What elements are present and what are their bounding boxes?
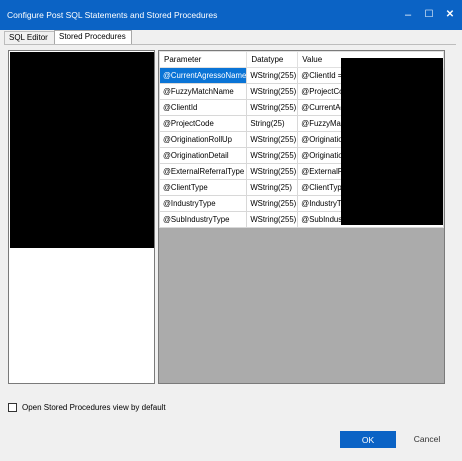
- parameter-cell[interactable]: @ProjectCode: [159, 115, 248, 132]
- parameter-cell[interactable]: @FuzzyMatchName: [159, 83, 248, 100]
- datatype-cell[interactable]: WString(25): [246, 179, 299, 196]
- tab-sql-editor[interactable]: SQL Editor: [4, 31, 57, 44]
- parameter-cell[interactable]: @ExternalReferralType: [159, 163, 248, 180]
- close-button[interactable]: ✕: [440, 6, 460, 24]
- parameter-cell[interactable]: @SubIndustryType: [159, 211, 248, 228]
- parameter-cell[interactable]: @CurrentAgressoName: [159, 67, 248, 84]
- minimize-button[interactable]: –: [398, 6, 418, 24]
- redacted-region: [341, 58, 443, 225]
- window-title: Configure Post SQL Statements and Stored…: [7, 10, 218, 20]
- column-header-datatype[interactable]: Datatype: [246, 51, 299, 68]
- tab-stored-procedures[interactable]: Stored Procedures: [54, 30, 132, 44]
- title-bar: Configure Post SQL Statements and Stored…: [0, 0, 462, 30]
- open-sp-default-checkbox[interactable]: [8, 403, 17, 412]
- parameter-cell[interactable]: @IndustryType: [159, 195, 248, 212]
- open-sp-default-label[interactable]: Open Stored Procedures view by default: [22, 403, 166, 412]
- datatype-cell[interactable]: String(25): [246, 115, 299, 132]
- parameter-cell[interactable]: @ClientType: [159, 179, 248, 196]
- datatype-cell[interactable]: WString(255): [246, 131, 299, 148]
- ok-button[interactable]: OK: [340, 431, 396, 448]
- parameter-cell[interactable]: @OriginationRollUp: [159, 131, 248, 148]
- cancel-button[interactable]: Cancel: [399, 431, 455, 448]
- parameter-cell[interactable]: @OriginationDetail: [159, 147, 248, 164]
- redacted-region: [10, 52, 154, 248]
- stored-procedure-list[interactable]: [8, 50, 155, 384]
- datatype-cell[interactable]: WString(255): [246, 195, 299, 212]
- datatype-cell[interactable]: WString(255): [246, 67, 299, 84]
- datatype-cell[interactable]: WString(255): [246, 83, 299, 100]
- tab-divider: [4, 44, 456, 45]
- column-header-parameter[interactable]: Parameter: [159, 51, 248, 68]
- datatype-cell[interactable]: WString(255): [246, 147, 299, 164]
- parameter-cell[interactable]: @ClientId: [159, 99, 248, 116]
- datatype-cell[interactable]: WString(255): [246, 211, 299, 228]
- datatype-cell[interactable]: WString(255): [246, 163, 299, 180]
- maximize-button[interactable]: ☐: [419, 6, 439, 24]
- datatype-cell[interactable]: WString(255): [246, 99, 299, 116]
- parameter-grid[interactable]: Parameter Datatype Value @CurrentAgresso…: [158, 50, 445, 384]
